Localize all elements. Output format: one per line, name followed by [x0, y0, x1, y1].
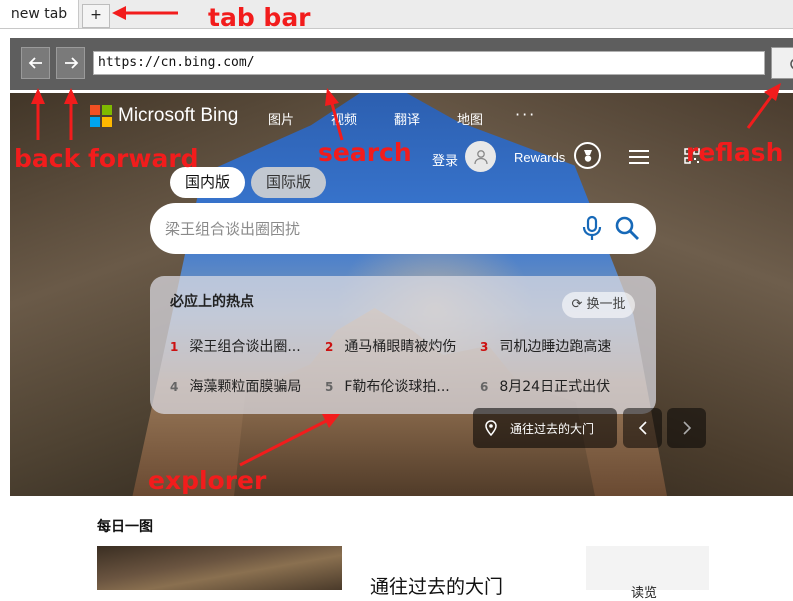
location-pin-icon — [485, 420, 497, 436]
annotation-refresh: reflash — [686, 138, 784, 167]
arrow-right-icon — [64, 57, 78, 69]
daily-image-heading: 每日一图 — [97, 519, 153, 535]
annotation-back: back — [14, 144, 81, 173]
trending-item[interactable]: 1 梁王组合谈出圈... — [170, 336, 301, 356]
user-icon — [473, 149, 488, 164]
trending-item[interactable]: 3 司机边睡边跑高速 — [480, 336, 611, 356]
annotation-explorer: explorer — [148, 466, 267, 495]
trending-rank: 3 — [480, 340, 489, 354]
annotation-tab-bar: tab bar — [208, 3, 311, 32]
search-icon[interactable] — [614, 215, 640, 241]
daily-image-thumbnail[interactable] — [97, 546, 342, 590]
annotation-forward: forward — [88, 144, 199, 173]
chevron-right-icon — [682, 421, 691, 435]
forward-button[interactable] — [56, 47, 85, 79]
trending-title: 必应上的热点 — [170, 294, 254, 310]
refresh-cycle-icon: ⟳ — [571, 297, 583, 312]
trending-text: 司机边睡边跑高速 — [499, 339, 612, 355]
browser-toolbar: https://cn.bing.com/ — [10, 38, 793, 90]
avatar[interactable] — [465, 141, 496, 172]
nav-maps[interactable]: 地图 — [457, 109, 483, 128]
top-nav: 图片 视频 翻译 地图 — [268, 109, 520, 128]
address-bar[interactable]: https://cn.bing.com/ — [93, 51, 765, 75]
tab-bar: new tab + — [0, 0, 793, 29]
trending-rank: 2 — [325, 340, 334, 354]
nav-images[interactable]: 图片 — [268, 109, 294, 128]
login-link[interactable]: 登录 — [432, 150, 458, 169]
trending-item[interactable]: 6 8月24日正式出伏 — [480, 376, 610, 396]
daily-side-panel[interactable]: 读览 — [586, 546, 709, 601]
refresh-trending-button[interactable]: ⟳ 换一批 — [562, 292, 635, 318]
trending-rank: 5 — [325, 380, 334, 394]
image-info-button[interactable]: 通往过去的大门 — [473, 408, 617, 448]
medal-icon — [583, 149, 592, 162]
hamburger-menu-icon[interactable] — [629, 150, 649, 164]
tab-international[interactable]: 国际版 — [251, 167, 326, 198]
nav-translate[interactable]: 翻译 — [394, 109, 420, 128]
arrow-left-icon — [28, 57, 42, 69]
nav-videos[interactable]: 视频 — [331, 109, 357, 128]
daily-side-label: 读览 — [631, 586, 658, 601]
brand-name: Microsoft Bing — [118, 105, 239, 126]
microsoft-logo-icon — [90, 105, 112, 127]
tab-new-tab[interactable]: new tab — [0, 0, 79, 28]
more-menu[interactable]: ··· — [515, 105, 536, 124]
trending-text: 梁王组合谈出圈... — [189, 339, 301, 355]
search-input[interactable]: 梁王组合谈出圈困扰 — [165, 218, 300, 239]
refresh-icon — [790, 59, 793, 69]
search-box[interactable]: 梁王组合谈出圈困扰 — [150, 203, 656, 254]
refresh-button[interactable] — [771, 47, 793, 79]
trending-text: 海藻颗粒面膜骗局 — [189, 379, 302, 395]
trending-item[interactable]: 2 通马桶眼睛被灼伤 — [325, 336, 456, 356]
refresh-trending-label: 换一批 — [586, 297, 626, 312]
trending-panel: 必应上的热点 ⟳ 换一批 1 梁王组合谈出圈... 2 通马桶眼睛被灼伤 3 司机边睡… — [150, 276, 656, 414]
trending-rank: 1 — [170, 340, 179, 354]
daily-card-title[interactable]: 通往过去的大门 — [370, 572, 503, 599]
next-image-button[interactable] — [667, 408, 706, 448]
annotation-search: search — [318, 138, 412, 167]
trending-text: 通马桶眼睛被灼伤 — [344, 339, 457, 355]
rewards-medal-icon[interactable] — [574, 142, 601, 169]
microphone-icon[interactable] — [580, 215, 604, 241]
back-button[interactable] — [21, 47, 50, 79]
trending-item[interactable]: 5 F勒布伦谈球拍... — [325, 376, 450, 396]
new-tab-button[interactable]: + — [82, 4, 110, 28]
trending-text: 8月24日正式出伏 — [499, 379, 611, 395]
trending-rank: 6 — [480, 380, 489, 394]
image-caption: 通往过去的大门 — [510, 422, 595, 436]
previous-image-button[interactable] — [623, 408, 662, 448]
trending-rank: 4 — [170, 380, 179, 394]
trending-text: F勒布伦谈球拍... — [344, 379, 450, 395]
bing-logo[interactable]: Microsoft Bing — [90, 105, 238, 127]
trending-item[interactable]: 4 海藻颗粒面膜骗局 — [170, 376, 301, 396]
chevron-left-icon — [638, 421, 647, 435]
rewards-link[interactable]: Rewards — [514, 150, 565, 165]
